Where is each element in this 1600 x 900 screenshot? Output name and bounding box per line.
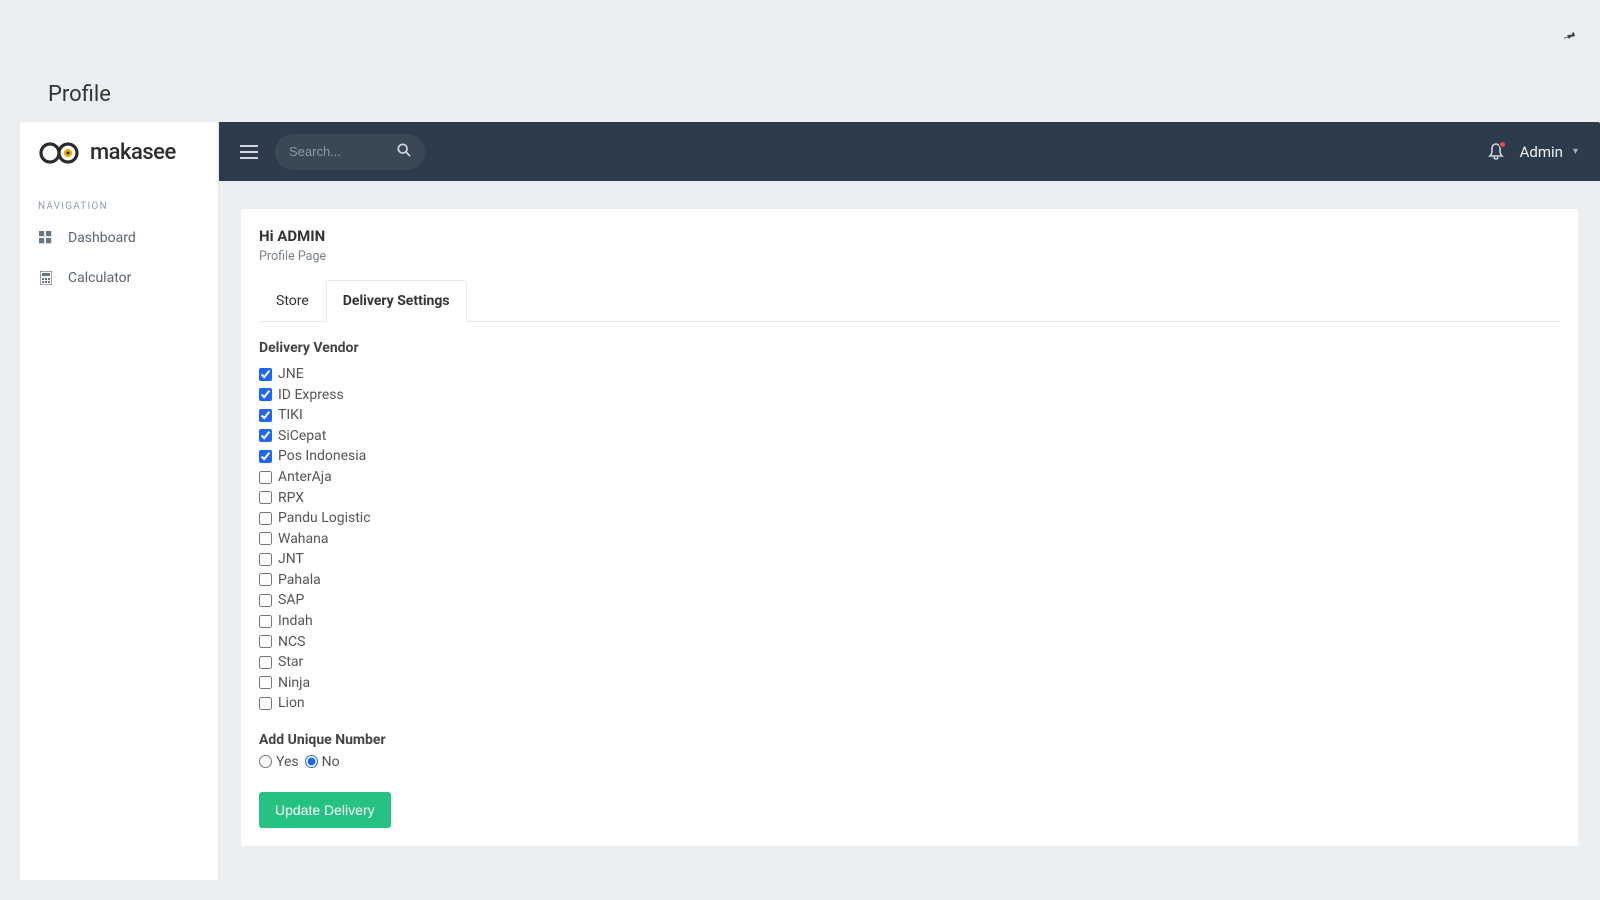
vendor-checkbox[interactable] (259, 471, 272, 484)
unique-no-label: No (322, 754, 340, 770)
vendor-row[interactable]: Pos Indonesia (259, 446, 1560, 467)
vendor-row[interactable]: Wahana (259, 529, 1560, 550)
chevron-down-icon: ▾ (1573, 146, 1578, 157)
dashboard-icon (38, 230, 54, 246)
vendor-row[interactable]: TIKI (259, 405, 1560, 426)
vendor-checkbox[interactable] (259, 512, 272, 525)
vendor-checkbox[interactable] (259, 409, 272, 422)
vendor-label: JNE (278, 365, 304, 383)
vendor-label: Pandu Logistic (278, 509, 371, 527)
vendor-label: Pahala (278, 571, 321, 589)
vendor-checkbox[interactable] (259, 635, 272, 648)
search-button[interactable] (397, 143, 411, 160)
sidebar-item-label: Dashboard (68, 230, 136, 246)
search-wrap (275, 134, 425, 170)
nav-heading: NAVIGATION (20, 183, 218, 218)
card-subtitle: Profile Page (259, 249, 1560, 264)
vendor-checkbox[interactable] (259, 450, 272, 463)
vendor-row[interactable]: Pandu Logistic (259, 508, 1560, 529)
pin-icon (1559, 26, 1579, 48)
sidebar: makasee NAVIGATION Dashboard Calculator (20, 122, 219, 880)
vendor-label: TIKI (278, 406, 303, 424)
vendor-checkbox[interactable] (259, 594, 272, 607)
vendor-checkbox[interactable] (259, 656, 272, 669)
unique-no-option[interactable]: No (305, 754, 340, 770)
app-frame: makasee NAVIGATION Dashboard Calculator (20, 122, 1600, 880)
profile-card: Hi ADMIN Profile Page Store Delivery Set… (241, 209, 1578, 846)
vendor-label: Wahana (278, 530, 328, 548)
vendor-label: NCS (278, 633, 305, 651)
vendor-row[interactable]: RPX (259, 487, 1560, 508)
vendor-checkbox[interactable] (259, 491, 272, 504)
logo: makasee (20, 140, 218, 183)
vendor-label: SiCepat (278, 427, 326, 445)
hamburger-icon (240, 145, 258, 159)
main-area: Admin ▾ Hi ADMIN Profile Page Store Deli… (219, 122, 1600, 880)
vendor-row[interactable]: SAP (259, 590, 1560, 611)
calculator-icon (38, 270, 54, 286)
vendor-label: Ninja (278, 674, 310, 692)
sidebar-item-dashboard[interactable]: Dashboard (20, 218, 218, 258)
user-name: Admin (1520, 143, 1563, 161)
unique-no-radio[interactable] (305, 755, 318, 768)
vendor-row[interactable]: Star (259, 652, 1560, 673)
unique-yes-radio[interactable] (259, 755, 272, 768)
vendor-row[interactable]: Pahala (259, 570, 1560, 591)
card-title: Hi ADMIN (259, 227, 1560, 245)
tab-delivery-settings[interactable]: Delivery Settings (326, 280, 467, 322)
content: Hi ADMIN Profile Page Store Delivery Set… (219, 181, 1600, 880)
vendor-checkbox[interactable] (259, 615, 272, 628)
vendor-checkbox[interactable] (259, 368, 272, 381)
vendor-label: Lion (278, 694, 305, 712)
vendor-label: AnterAja (278, 468, 332, 486)
unique-yes-option[interactable]: Yes (259, 754, 299, 770)
vendor-row[interactable]: Lion (259, 693, 1560, 714)
topbar: Admin ▾ (219, 122, 1600, 181)
notification-dot-icon (1499, 141, 1506, 148)
vendor-label: RPX (278, 489, 304, 507)
vendor-label: SAP (278, 591, 304, 609)
vendor-row[interactable]: NCS (259, 631, 1560, 652)
logo-text: makasee (90, 140, 176, 165)
unique-number-options: Yes No (259, 754, 1560, 770)
notifications-button[interactable] (1488, 143, 1504, 161)
vendor-label: Star (278, 653, 303, 671)
vendor-row[interactable]: SiCepat (259, 426, 1560, 447)
vendor-checkbox[interactable] (259, 573, 272, 586)
vendor-row[interactable]: ID Express (259, 385, 1560, 406)
vendor-checkbox[interactable] (259, 697, 272, 710)
page-title: Profile (48, 82, 111, 107)
vendor-label: ID Express (278, 386, 344, 404)
vendor-checkbox[interactable] (259, 388, 272, 401)
update-delivery-button[interactable]: Update Delivery (259, 792, 391, 828)
tabs: Store Delivery Settings (259, 280, 1560, 322)
vendor-list: JNE ID Express TIKI SiCepat Pos Indonesia Ant… (259, 364, 1560, 714)
unique-yes-label: Yes (276, 754, 299, 770)
vendor-row[interactable]: Indah (259, 611, 1560, 632)
vendor-label: JNT (278, 550, 304, 568)
vendor-checkbox[interactable] (259, 429, 272, 442)
vendor-row[interactable]: JNE (259, 364, 1560, 385)
vendor-row[interactable]: JNT (259, 549, 1560, 570)
sidebar-item-calculator[interactable]: Calculator (20, 258, 218, 298)
vendor-checkbox[interactable] (259, 676, 272, 689)
logo-mark-icon (38, 141, 84, 165)
unique-number-label: Add Unique Number (259, 732, 1560, 748)
outer-topbar (0, 0, 1600, 75)
delivery-vendor-label: Delivery Vendor (259, 340, 1560, 356)
menu-toggle-button[interactable] (231, 134, 267, 170)
vendor-label: Indah (278, 612, 313, 630)
search-input[interactable] (289, 144, 397, 159)
vendor-checkbox[interactable] (259, 532, 272, 545)
tab-store[interactable]: Store (259, 280, 326, 322)
vendor-label: Pos Indonesia (278, 447, 366, 465)
user-menu[interactable]: Admin ▾ (1520, 143, 1578, 161)
sidebar-item-label: Calculator (68, 270, 131, 286)
vendor-row[interactable]: Ninja (259, 672, 1560, 693)
search-icon (397, 143, 411, 157)
vendor-row[interactable]: AnterAja (259, 467, 1560, 488)
vendor-checkbox[interactable] (259, 553, 272, 566)
